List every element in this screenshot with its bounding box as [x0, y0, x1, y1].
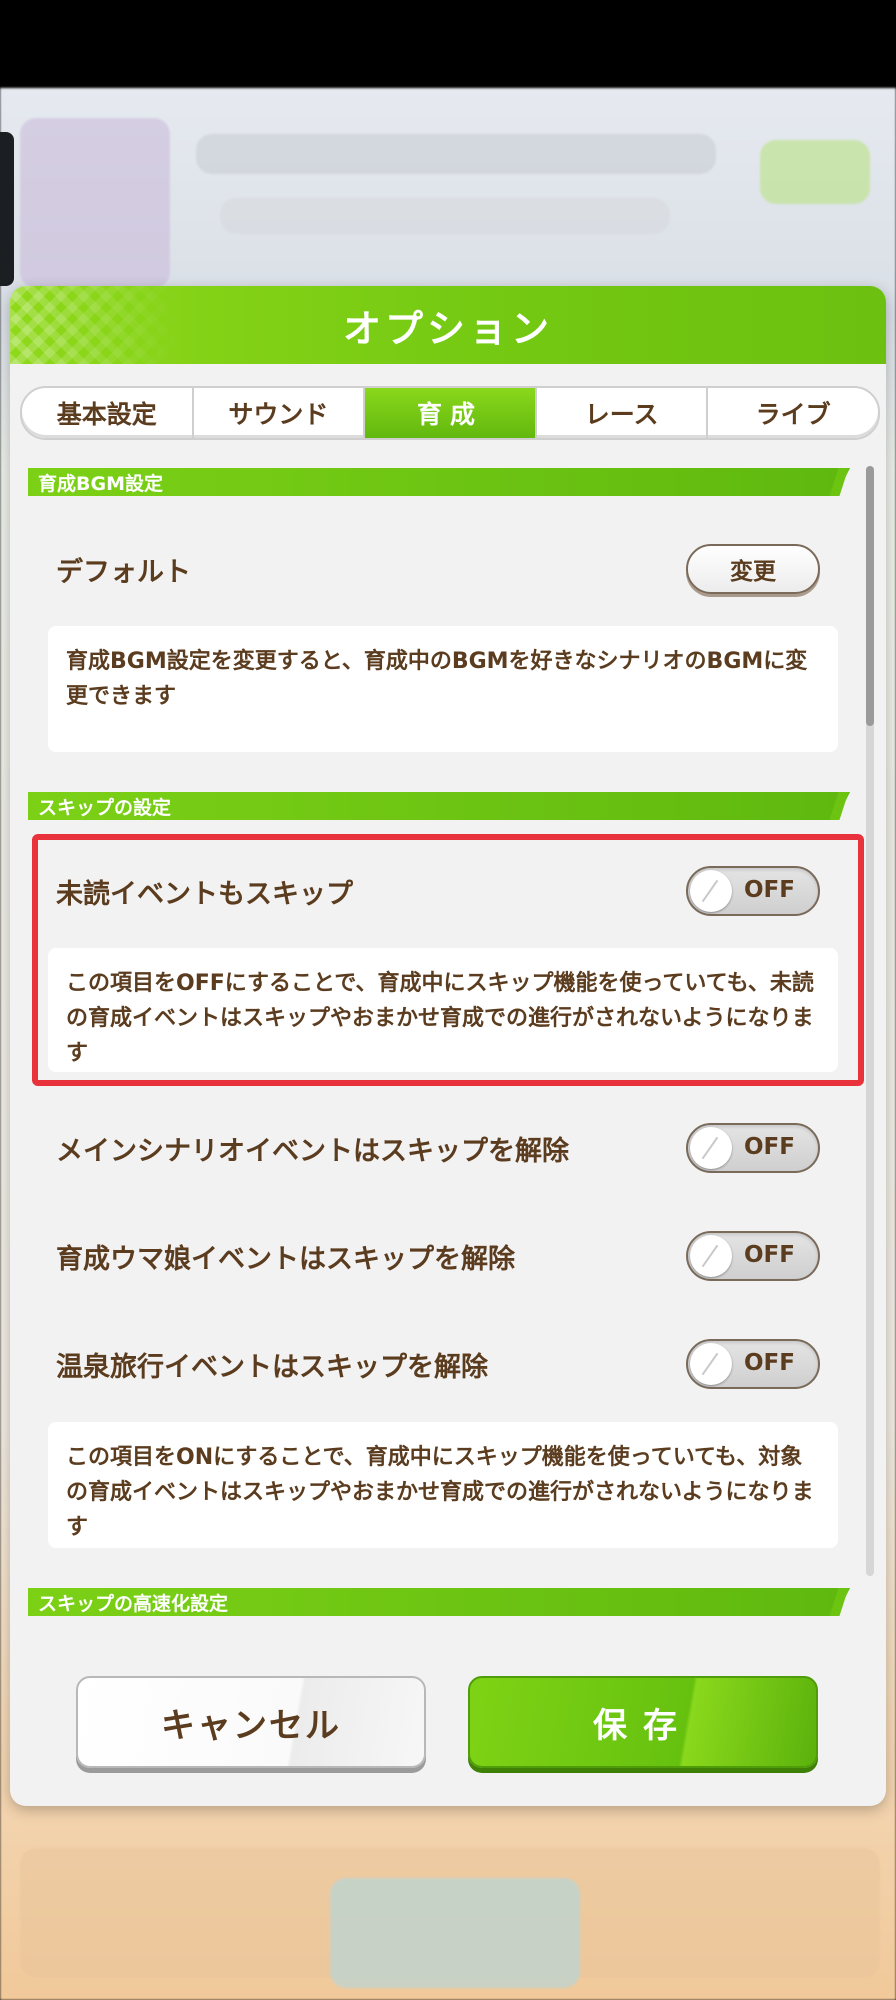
bg-character-portrait	[20, 118, 170, 288]
toggle-state-text: OFF	[744, 877, 795, 903]
onsen-event-skip-toggle[interactable]: OFF	[686, 1339, 820, 1389]
tab-sound[interactable]: サウンド	[194, 388, 366, 438]
bgm-description: 育成BGM設定を変更すると、育成中のBGMを好きなシナリオのBGMに変更できます	[48, 626, 838, 752]
bg-home-button	[330, 1878, 580, 1988]
uma-event-skip-label: 育成ウマ娘イベントはスキップを解除	[56, 1244, 515, 1275]
tab-basic-settings[interactable]: 基本設定	[22, 388, 194, 438]
toggle-state-text: OFF	[744, 1350, 795, 1376]
side-edge-tab	[0, 132, 14, 286]
section-title-skip: スキップの設定	[38, 796, 172, 819]
section-header-speed: スキップの高速化設定	[28, 1588, 850, 1616]
bg-status-bar	[196, 134, 716, 174]
unread-skip-toggle[interactable]: OFF	[686, 866, 820, 916]
section-header-skip: スキップの設定	[28, 792, 850, 820]
main-scenario-skip-label: メインシナリオイベントはスキップを解除	[56, 1136, 569, 1167]
tab-live[interactable]: ライブ	[708, 388, 878, 438]
toggle-knob	[690, 1343, 732, 1385]
toggle-knob	[690, 1235, 732, 1277]
section-header-bgm: 育成BGM設定	[28, 468, 850, 496]
main-scenario-skip-toggle[interactable]: OFF	[686, 1123, 820, 1173]
bgm-default-label: デフォルト	[56, 557, 191, 588]
cancel-button[interactable]: キャンセル	[76, 1676, 426, 1768]
uma-event-skip-toggle[interactable]: OFF	[686, 1231, 820, 1281]
section-title-bgm: 育成BGM設定	[38, 472, 163, 495]
onsen-event-skip-label: 温泉旅行イベントはスキップを解除	[56, 1352, 488, 1383]
toggle-state-text: OFF	[744, 1242, 795, 1268]
section-title-speed: スキップの高速化設定	[38, 1592, 229, 1615]
tab-training[interactable]: 育成	[365, 388, 537, 438]
bg-green-button	[760, 140, 870, 204]
change-bgm-button[interactable]: 変更	[686, 544, 820, 594]
dialog-header: オプション	[10, 286, 886, 364]
options-tabs: 基本設定 サウンド 育成 レース ライブ	[20, 386, 880, 440]
toggle-state-text: OFF	[744, 1134, 795, 1160]
tab-race[interactable]: レース	[537, 388, 709, 438]
toggle-knob	[690, 1127, 732, 1169]
scrollbar-thumb[interactable]	[866, 466, 874, 726]
bg-currency-bar	[220, 198, 670, 234]
dialog-title: オプション	[342, 306, 553, 351]
options-dialog: オプション 基本設定 サウンド 育成 レース ライブ 育成BGM設定 デフォルト…	[10, 286, 886, 1806]
toggle-knob	[690, 870, 732, 912]
skip-release-description: この項目をONにすることで、育成中にスキップ機能を使っていても、対象の育成イベン…	[48, 1422, 838, 1548]
unread-skip-label: 未読イベントもスキップ	[56, 879, 353, 910]
unread-skip-description: この項目をOFFにすることで、育成中にスキップ機能を使っていても、未読の育成イベ…	[48, 948, 838, 1072]
save-button[interactable]: 保存	[468, 1676, 818, 1768]
